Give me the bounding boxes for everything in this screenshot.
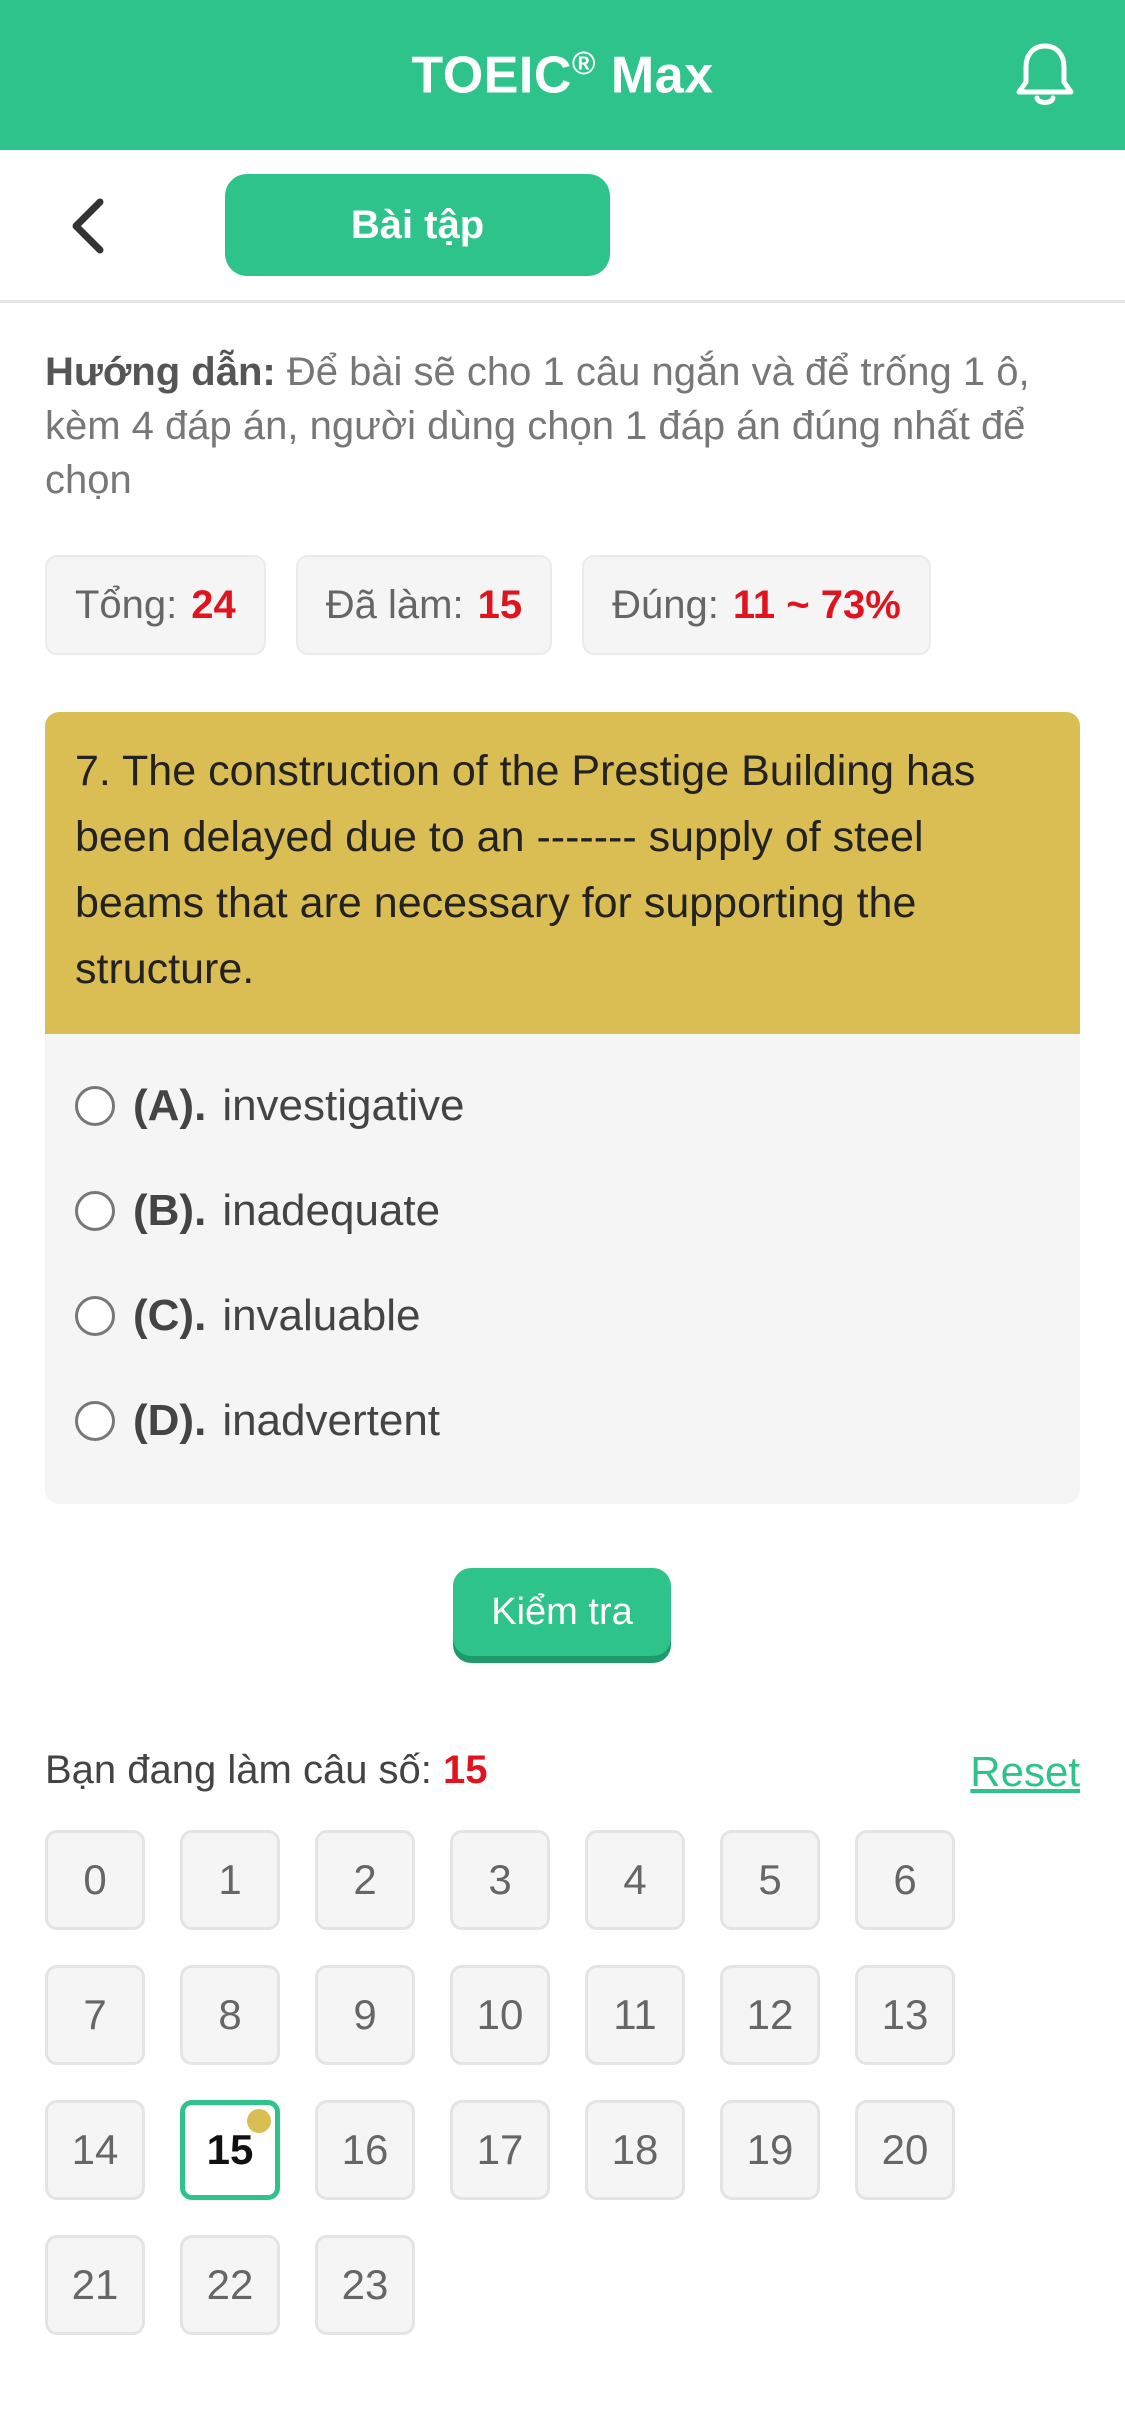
question-cell[interactable]: 17: [450, 2100, 550, 2200]
stats-row: Tổng: 24 Đã làm: 15 Đúng: 11 ~ 73%: [45, 555, 931, 655]
question-cell[interactable]: 7: [45, 1965, 145, 2065]
question-cell[interactable]: 8: [180, 1965, 280, 2065]
bell-icon[interactable]: [1013, 40, 1077, 110]
stat-total: Tổng: 24: [45, 555, 266, 655]
question-cell[interactable]: 9: [315, 1965, 415, 2065]
check-button[interactable]: Kiểm tra: [453, 1568, 671, 1656]
question-cell[interactable]: 0: [45, 1830, 145, 1930]
back-arrow-icon[interactable]: [64, 196, 114, 256]
radio-icon[interactable]: [75, 1191, 115, 1231]
question-cell[interactable]: 1: [180, 1830, 280, 1930]
question-cell[interactable]: 23: [315, 2235, 415, 2335]
question-cell[interactable]: 22: [180, 2235, 280, 2335]
sub-toolbar: Bài tập: [0, 150, 1125, 303]
question-cell[interactable]: 3: [450, 1830, 550, 1930]
radio-icon[interactable]: [75, 1086, 115, 1126]
stat-correct: Đúng: 11 ~ 73%: [582, 555, 931, 655]
radio-icon[interactable]: [75, 1296, 115, 1336]
tab-exercise-button[interactable]: Bài tập: [225, 174, 610, 276]
question-text: 7. The construction of the Prestige Buil…: [45, 712, 1080, 1034]
question-cell[interactable]: 16: [315, 2100, 415, 2200]
question-cell[interactable]: 11: [585, 1965, 685, 2065]
option-b[interactable]: (B). inadequate: [75, 1171, 440, 1251]
app-header: TOEIC® Max: [0, 0, 1125, 150]
option-c[interactable]: (C). invaluable: [75, 1276, 420, 1356]
app-title: TOEIC® Max: [411, 44, 714, 105]
question-cell[interactable]: 13: [855, 1965, 955, 2065]
question-cell[interactable]: 14: [45, 2100, 145, 2200]
question-card: 7. The construction of the Prestige Buil…: [45, 712, 1080, 1504]
question-cell[interactable]: 18: [585, 2100, 685, 2200]
reset-link[interactable]: Reset: [970, 1748, 1080, 1796]
question-cell[interactable]: 19: [720, 2100, 820, 2200]
instructions-label: Hướng dẫn:: [45, 350, 276, 394]
question-cell[interactable]: 6: [855, 1830, 955, 1930]
question-cell[interactable]: 5: [720, 1830, 820, 1930]
radio-icon[interactable]: [75, 1401, 115, 1441]
question-cell[interactable]: 2: [315, 1830, 415, 1930]
question-cell[interactable]: 12: [720, 1965, 820, 2065]
option-d[interactable]: (D). inadvertent: [75, 1381, 440, 1461]
question-cell[interactable]: 21: [45, 2235, 145, 2335]
instructions: Hướng dẫn: Để bài sẽ cho 1 câu ngắn và đ…: [45, 345, 1075, 507]
question-cell[interactable]: 10: [450, 1965, 550, 2065]
question-cell[interactable]: 4: [585, 1830, 685, 1930]
current-marker-dot: [247, 2109, 271, 2133]
question-cell-current[interactable]: 15: [180, 2100, 280, 2200]
current-question-label: Bạn đang làm câu số: 15: [45, 1748, 488, 1792]
stat-done: Đã làm: 15: [295, 555, 553, 655]
question-cell[interactable]: 20: [855, 2100, 955, 2200]
option-a[interactable]: (A). investigative: [75, 1066, 464, 1146]
